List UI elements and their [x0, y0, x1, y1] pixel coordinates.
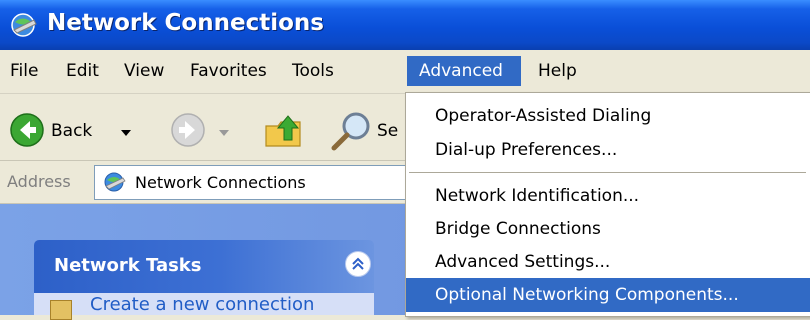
menu-item-label: Operator-Assisted Dialing [435, 106, 652, 126]
menu-help[interactable]: Help [530, 56, 585, 86]
forward-arrow-icon[interactable] [170, 112, 206, 148]
back-arrow-icon[interactable] [9, 112, 45, 148]
collapse-chevron-icon[interactable] [345, 251, 371, 277]
menu-favorites[interactable]: Favorites [182, 56, 275, 86]
forward-dropdown-icon[interactable] [219, 130, 229, 136]
search-icon[interactable] [330, 110, 372, 152]
menu-item-bridge-connections[interactable]: Bridge Connections [406, 212, 810, 246]
task-create-connection[interactable]: Create a new connection [90, 294, 314, 315]
network-tasks-panel: Network Tasks Create a new connection [34, 240, 374, 320]
menu-separator [409, 172, 806, 173]
network-tasks-header[interactable]: Network Tasks [34, 240, 374, 293]
menu-item-dialup-preferences[interactable]: Dial-up Preferences... [406, 133, 810, 167]
advanced-menu-dropdown: Operator-Assisted Dialing Dial-up Prefer… [405, 92, 810, 317]
menu-file[interactable]: File [2, 56, 46, 86]
menu-item-label: Advanced Settings... [435, 252, 611, 272]
menu-item-label: Network Identification... [435, 186, 640, 206]
back-dropdown-icon[interactable] [121, 130, 131, 136]
menu-tools[interactable]: Tools [284, 56, 342, 86]
menu-item-label: Dial-up Preferences... [435, 140, 618, 160]
title-bar: Network Connections [0, 0, 810, 50]
menu-item-operator-assisted-dialing[interactable]: Operator-Assisted Dialing [406, 99, 810, 133]
window-title: Network Connections [47, 10, 324, 36]
menu-item-advanced-settings[interactable]: Advanced Settings... [406, 245, 810, 279]
up-folder-icon[interactable] [262, 108, 306, 152]
menu-bar: File Edit View Favorites Tools Advanced … [0, 50, 810, 94]
menu-edit[interactable]: Edit [58, 56, 107, 86]
new-connection-icon [50, 300, 72, 320]
network-connections-icon [104, 172, 126, 192]
menu-view[interactable]: View [116, 56, 172, 86]
search-button-label[interactable]: Se [377, 121, 398, 141]
address-value: Network Connections [135, 173, 306, 192]
back-button-label[interactable]: Back [51, 121, 92, 141]
menu-item-network-identification[interactable]: Network Identification... [406, 179, 810, 213]
menu-item-label: Optional Networking Components... [435, 285, 739, 305]
network-tasks-title: Network Tasks [54, 255, 202, 276]
menu-advanced[interactable]: Advanced [407, 56, 521, 86]
network-tasks-body: Create a new connection [34, 293, 374, 320]
network-connections-icon [11, 13, 37, 37]
address-label: Address [7, 172, 71, 191]
menu-item-label: Bridge Connections [435, 219, 601, 239]
menu-item-optional-networking-components[interactable]: Optional Networking Components... [406, 278, 810, 312]
